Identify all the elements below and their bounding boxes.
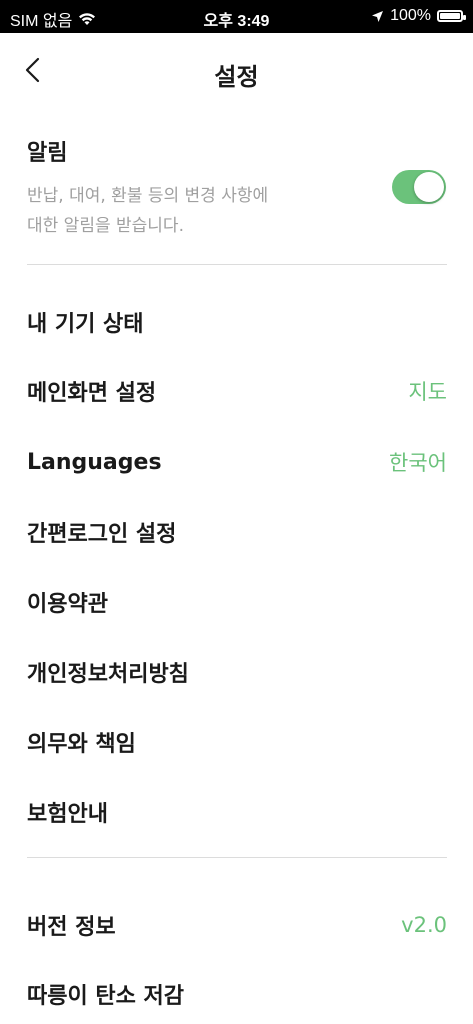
- menu-item-value: 한국어: [389, 451, 447, 475]
- menu-item-label: 메인화면 설정: [27, 381, 157, 406]
- battery-percent: 100%: [390, 7, 431, 24]
- notification-toggle[interactable]: [392, 170, 446, 204]
- menu-item-version[interactable]: 버전 정보 v2.0: [27, 895, 447, 955]
- menu-item-device-status[interactable]: 내 기기 상태: [27, 292, 447, 352]
- menu-item-value: v2.0: [401, 913, 447, 937]
- menu-item-label: 내 기기 상태: [27, 312, 144, 337]
- menu-item-label: 개인정보처리방침: [27, 662, 189, 687]
- notification-description: 반납, 대여, 환불 등의 변경 사항에 대한 알림을 받습니다.: [27, 186, 269, 236]
- notification-section: 알림 반납, 대여, 환불 등의 변경 사항에 대한 알림을 받습니다.: [27, 135, 447, 241]
- menu-item-easy-login[interactable]: 간편로그인 설정: [27, 502, 447, 562]
- menu-item-insurance[interactable]: 보험안내: [27, 782, 447, 842]
- menu-item-label: 따릉이 탄소 저감: [27, 984, 184, 1009]
- menu-item-carbon[interactable]: 따릉이 탄소 저감: [27, 964, 447, 1024]
- menu-item-main-screen[interactable]: 메인화면 설정 지도: [27, 361, 447, 421]
- menu-item-privacy[interactable]: 개인정보처리방침: [27, 642, 447, 702]
- divider-top: [27, 264, 447, 265]
- page-title: 설정: [214, 63, 259, 91]
- divider-bottom: [27, 857, 447, 858]
- menu-item-terms[interactable]: 이용약관: [27, 572, 447, 632]
- location-arrow-icon: [372, 10, 384, 22]
- menu-item-languages[interactable]: Languages 한국어: [27, 432, 447, 492]
- menu-item-duties[interactable]: 의무와 책임: [27, 712, 447, 772]
- notification-title: 알림: [27, 141, 68, 166]
- menu-item-label: 보험안내: [27, 802, 108, 827]
- header: 설정: [0, 33, 473, 111]
- menu-item-label: 이용약관: [27, 592, 108, 617]
- menu-item-label: 간편로그인 설정: [27, 522, 177, 547]
- status-bar: SIM 없음 오후 3:49 100%: [0, 0, 473, 33]
- toggle-knob: [414, 172, 444, 202]
- menu-item-label: 의무와 책임: [27, 732, 136, 757]
- battery-icon: [437, 10, 466, 22]
- menu-item-label: Languages: [27, 449, 162, 475]
- menu-item-label: 버전 정보: [27, 915, 116, 940]
- menu-item-value: 지도: [408, 380, 447, 404]
